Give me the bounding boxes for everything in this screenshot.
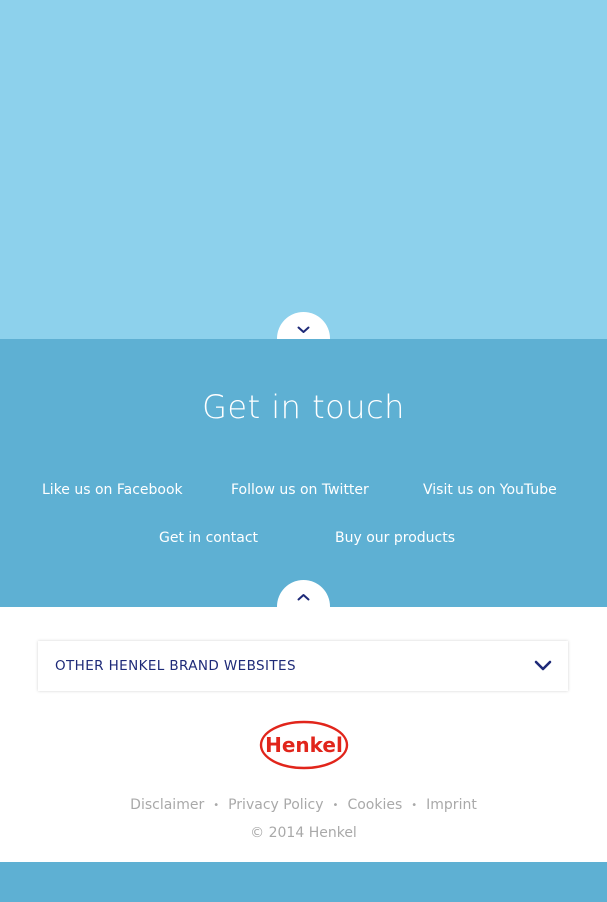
section-title: Get in touch: [202, 388, 405, 426]
chevron-down-icon: [534, 660, 552, 671]
buy-products-link[interactable]: Buy our products: [335, 530, 455, 546]
facebook-link[interactable]: Like us on Facebook: [42, 482, 183, 498]
twitter-link[interactable]: Follow us on Twitter: [231, 482, 369, 498]
bottom-band: [0, 862, 607, 902]
youtube-link[interactable]: Visit us on YouTube: [423, 482, 557, 498]
chevron-down-icon: [297, 326, 310, 333]
copyright-text: © 2014 Henkel: [250, 825, 357, 841]
dropdown-label: OTHER HENKEL BRAND WEBSITES: [55, 658, 296, 674]
separator: •: [332, 800, 339, 811]
privacy-policy-link[interactable]: Privacy Policy: [228, 797, 323, 813]
contact-link[interactable]: Get in contact: [159, 530, 258, 546]
henkel-logo[interactable]: Henkel: [259, 720, 349, 770]
cookies-link[interactable]: Cookies: [347, 797, 402, 813]
brand-websites-dropdown[interactable]: OTHER HENKEL BRAND WEBSITES: [38, 641, 568, 691]
hero-panel: [0, 0, 607, 339]
chevron-up-icon: [297, 593, 310, 600]
scroll-up-button[interactable]: [277, 580, 330, 607]
separator: •: [411, 800, 418, 811]
get-in-touch-section: Get in touch Like us on Facebook Follow …: [0, 339, 607, 607]
imprint-link[interactable]: Imprint: [426, 797, 477, 813]
logo-text: Henkel: [265, 733, 343, 757]
footer: OTHER HENKEL BRAND WEBSITES Henkel Discl…: [0, 607, 607, 862]
scroll-down-button[interactable]: [277, 312, 330, 339]
separator: •: [213, 800, 220, 811]
disclaimer-link[interactable]: Disclaimer: [130, 797, 204, 813]
legal-links: Disclaimer • Privacy Policy • Cookies • Imprin…: [0, 797, 607, 813]
